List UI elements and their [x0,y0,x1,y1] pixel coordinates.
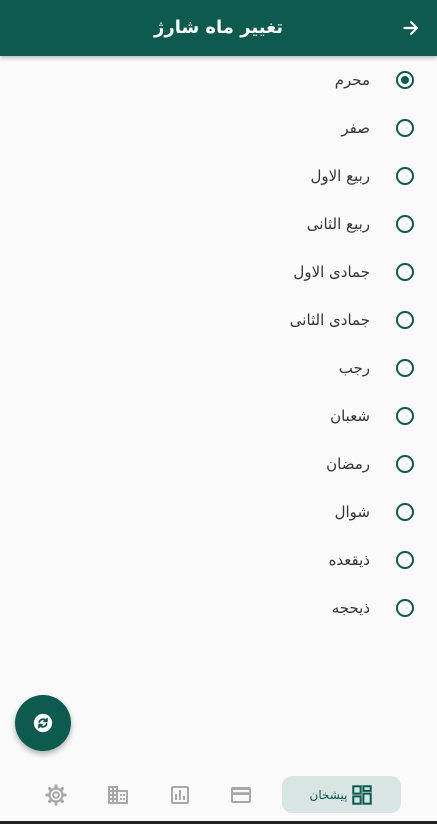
month-option[interactable]: ربیع الثانی [0,200,437,248]
month-option[interactable]: ربیع الاول [0,152,437,200]
radio-button[interactable] [396,551,414,569]
month-label: رجب [338,359,370,377]
radio-button[interactable] [396,311,414,329]
bottom-navigation: پیشخان [0,764,437,824]
nav-item-payments[interactable] [226,776,256,813]
month-label: ذیحجه [331,599,370,617]
credit-card-icon [231,786,251,803]
month-option[interactable]: محرم [0,56,437,104]
month-option[interactable]: رمضان [0,440,437,488]
month-option[interactable]: رجب [0,344,437,392]
month-option[interactable]: شوال [0,488,437,536]
month-label: ذیقعده [328,551,370,569]
settings-icon [45,784,67,805]
nav-item-reports[interactable] [165,776,195,813]
month-label: شوال [334,503,370,521]
radio-button[interactable] [396,263,414,281]
nav-item-dashboard[interactable]: پیشخان [282,776,401,813]
month-label: جمادی الثانی [289,311,370,329]
arrow-right-icon [403,21,418,35]
nav-label-dashboard: پیشخان [309,787,348,802]
dashboard-icon [352,784,373,805]
month-label: محرم [334,71,370,89]
month-option[interactable]: ذیحجه [0,584,437,632]
radio-button[interactable] [396,503,414,521]
month-option[interactable]: ذیقعده [0,536,437,584]
month-label: جمادی الاول [293,263,370,281]
radio-button[interactable] [396,71,414,89]
page-title: تغییر ماه شارژ [153,17,284,38]
month-label: شعبان [330,407,370,425]
refresh-icon [33,713,53,733]
month-option[interactable]: جمادی الثانی [0,296,437,344]
month-label: صفر [341,119,370,137]
radio-button[interactable] [396,359,414,377]
month-option[interactable]: صفر [0,104,437,152]
radio-button[interactable] [396,407,414,425]
month-label: رمضان [326,455,370,473]
month-option[interactable]: شعبان [0,392,437,440]
radio-button[interactable] [396,599,414,617]
bar-chart-icon [171,785,189,804]
radio-button[interactable] [396,119,414,137]
nav-item-settings[interactable] [41,776,71,813]
month-list: محرم صفر ربیع الاول ربیع الثانی جمادی ال… [0,56,437,632]
nav-item-building[interactable] [103,776,133,813]
radio-button[interactable] [396,167,414,185]
app-bar: تغییر ماه شارژ [0,0,437,56]
radio-button[interactable] [396,455,414,473]
month-option[interactable]: جمادی الاول [0,248,437,296]
radio-button[interactable] [396,215,414,233]
month-label: ربیع الاول [310,167,370,185]
building-icon [108,785,128,804]
month-label: ربیع الثانی [306,215,370,233]
refresh-button[interactable] [15,695,71,751]
back-button[interactable] [397,14,425,42]
